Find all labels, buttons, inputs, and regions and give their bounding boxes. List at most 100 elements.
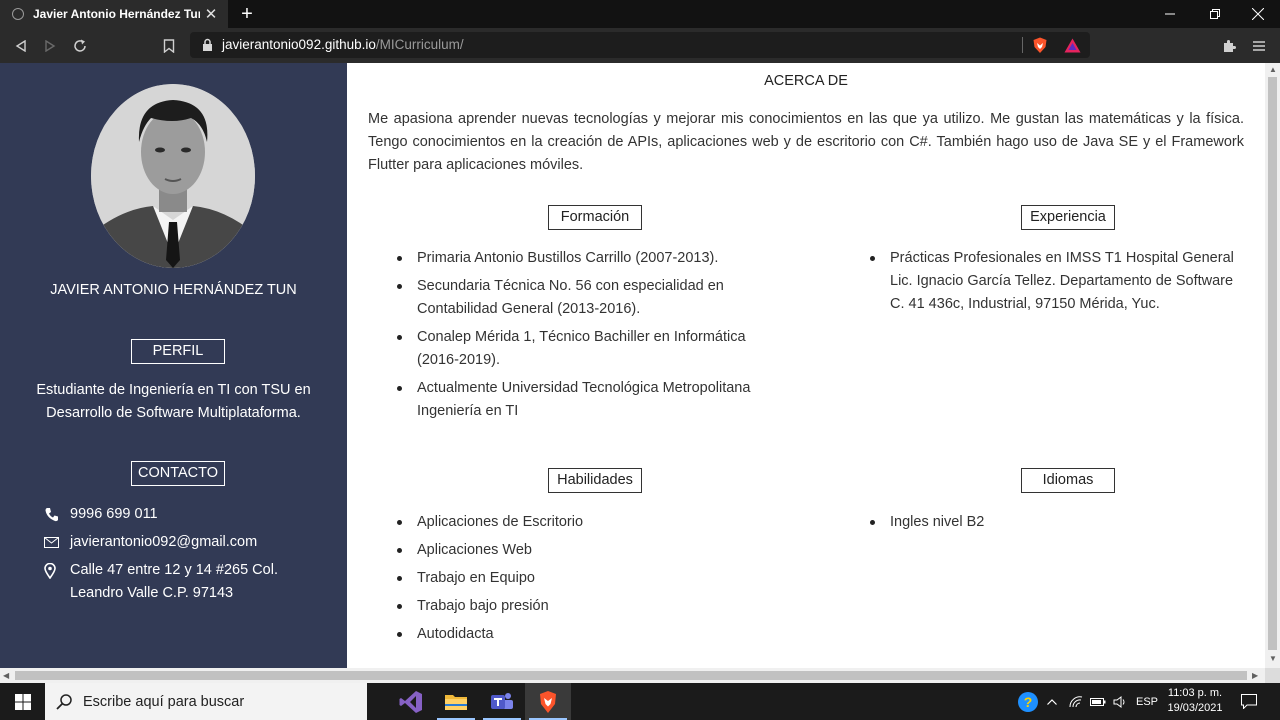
battery-icon[interactable] [1088, 683, 1108, 720]
folder-icon [445, 694, 467, 710]
restore-button[interactable] [1193, 0, 1237, 28]
help-tray-icon[interactable]: ? [1015, 683, 1041, 720]
profile-heading: PERFIL [131, 339, 225, 364]
experiencia-list: Prácticas Profesionales en IMSS T1 Hospi… [870, 247, 1238, 321]
reload-button[interactable] [66, 32, 94, 60]
scroll-right-arrow-icon[interactable]: ▶ [1252, 671, 1258, 680]
habilidades-list: Aplicaciones de Escritorio Aplicaciones … [397, 511, 757, 651]
vertical-scroll-thumb[interactable] [1268, 77, 1277, 650]
tab-title: Javier Antonio Hernández Tun [33, 7, 200, 21]
horizontal-scroll-thumb[interactable] [15, 671, 1247, 680]
network-icon[interactable] [1066, 683, 1086, 720]
profile-photo-image [91, 84, 255, 268]
scroll-up-arrow-icon[interactable]: ▲ [1269, 65, 1277, 74]
list-item: Prácticas Profesionales en IMSS T1 Hospi… [870, 247, 1238, 316]
extensions-button[interactable] [1215, 32, 1243, 60]
browser-tab[interactable]: Javier Antonio Hernández Tun ✕ [0, 0, 228, 28]
list-item: Aplicaciones de Escritorio [397, 511, 757, 534]
tab-close-button[interactable]: ✕ [200, 3, 222, 25]
about-text: Me apasiona aprender nuevas tecnologías … [368, 111, 1244, 173]
formacion-heading: Formación [548, 205, 642, 230]
brave-rewards-icon[interactable] [1064, 38, 1081, 53]
close-window-button[interactable] [1236, 0, 1280, 28]
phone-icon [44, 503, 70, 526]
notifications-icon[interactable] [1236, 683, 1262, 720]
list-item: Primaria Antonio Bustillos Carrillo (200… [397, 247, 757, 270]
list-item: Conalep Mérida 1, Técnico Bachiller en I… [397, 326, 757, 372]
address-bar[interactable]: javierantonio092.github.io/MICurriculum/ [190, 32, 1090, 58]
cv-sidebar: JAVIER ANTONIO HERNÁNDEZ TUN PERFIL Estu… [0, 63, 347, 668]
brave-shield-icon[interactable] [1032, 37, 1048, 54]
forward-button[interactable] [36, 32, 64, 60]
location-pin-icon [44, 559, 70, 582]
file-explorer-app[interactable] [433, 683, 479, 720]
svg-text:?: ? [1024, 694, 1033, 710]
web-page: JAVIER ANTONIO HERNÁNDEZ TUN PERFIL Estu… [0, 63, 1265, 668]
url-text[interactable]: javierantonio092.github.io/MICurriculum/ [222, 32, 464, 58]
contact-email[interactable]: javierantonio092@gmail.com [70, 531, 310, 554]
full-name: JAVIER ANTONIO HERNÁNDEZ TUN [50, 282, 297, 298]
teams-app[interactable] [479, 683, 525, 720]
restore-icon [1210, 9, 1220, 19]
bookmark-icon [163, 39, 175, 53]
brave-icon [540, 690, 556, 713]
scrollbar-corner [1265, 668, 1280, 683]
list-item: Actualmente Universidad Tecnológica Metr… [397, 377, 757, 423]
windows-logo-icon [14, 693, 31, 710]
puzzle-icon [1224, 40, 1236, 52]
about-title: ACERCA DE [764, 73, 848, 89]
contact-email-row: javierantonio092@gmail.com [44, 531, 310, 554]
contact-phone-row: 9996 699 011 [44, 503, 310, 526]
close-icon [1252, 8, 1264, 20]
menu-button[interactable] [1245, 32, 1273, 60]
contact-address: Calle 47 entre 12 y 14 #265 Col. Leandro… [70, 562, 278, 601]
language-indicator[interactable]: ESP [1134, 683, 1160, 720]
clock-date: 19/03/2021 [1167, 702, 1223, 714]
browser-titlebar: Javier Antonio Hernández Tun ✕ + [0, 0, 1280, 28]
list-item: Autodidacta [397, 623, 757, 646]
back-arrow-icon [15, 40, 26, 52]
profile-photo [91, 84, 255, 268]
list-item: Ingles nivel B2 [870, 511, 1238, 534]
list-item: Secundaria Técnica No. 56 con especialid… [397, 275, 757, 321]
scroll-left-arrow-icon[interactable]: ◀ [3, 671, 9, 680]
contact-heading: CONTACTO [131, 461, 225, 486]
search-icon [45, 693, 83, 710]
minimize-icon [1165, 13, 1175, 15]
start-button[interactable] [0, 683, 45, 720]
list-item: Trabajo en Equipo [397, 567, 757, 590]
formacion-list: Primaria Antonio Bustillos Carrillo (200… [397, 247, 757, 428]
clock-time: 11:03 p. m. [1167, 687, 1223, 699]
taskbar-search[interactable]: Escribe aquí para buscar [45, 683, 367, 720]
contact-address-row: Calle 47 entre 12 y 14 #265 Col. Leandro… [44, 559, 310, 605]
back-button[interactable] [7, 32, 35, 60]
visual-studio-app[interactable] [388, 683, 434, 720]
vertical-scrollbar[interactable]: ▲ ▼ [1265, 63, 1280, 668]
bookmark-button[interactable] [155, 32, 183, 60]
horizontal-scrollbar[interactable]: ◀ ▶ [0, 668, 1265, 683]
teams-icon [491, 692, 513, 709]
chevron-up-icon[interactable] [1043, 683, 1061, 720]
lock-icon [203, 38, 212, 51]
windows-taskbar: Escribe aquí para buscar ? ESP 11:03 p. … [0, 683, 1280, 720]
url-domain: javierantonio092.github.io [222, 37, 376, 52]
contact-phone: 9996 699 011 [70, 506, 158, 522]
url-path: /MICurriculum/ [375, 37, 464, 52]
scroll-down-arrow-icon[interactable]: ▼ [1269, 654, 1277, 663]
mail-icon [44, 531, 70, 554]
experiencia-heading: Experiencia [1021, 205, 1115, 230]
idiomas-list: Ingles nivel B2 [870, 511, 1238, 539]
forward-arrow-icon [45, 40, 56, 52]
list-item: Trabajo bajo presión [397, 595, 757, 618]
address-divider [1022, 37, 1023, 53]
new-tab-button[interactable]: + [236, 3, 258, 25]
search-placeholder: Escribe aquí para buscar [83, 693, 245, 710]
minimize-button[interactable] [1148, 0, 1192, 28]
visual-studio-icon [399, 690, 422, 713]
profile-text: Estudiante de Ingeniería en TI con TSU e… [36, 382, 311, 421]
brave-app[interactable] [525, 683, 571, 720]
reload-icon [74, 39, 86, 52]
volume-icon[interactable] [1110, 683, 1130, 720]
list-item: Aplicaciones Web [397, 539, 757, 562]
taskbar-clock[interactable]: 11:03 p. m. 19/03/2021 [1160, 686, 1230, 716]
